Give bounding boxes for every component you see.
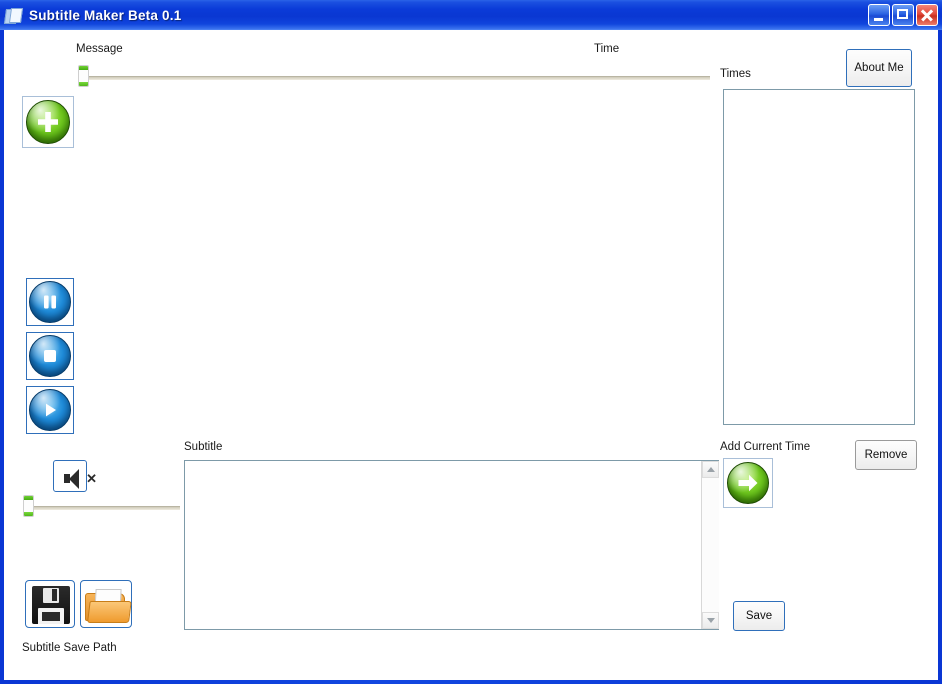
scroll-up-icon[interactable] (702, 461, 719, 478)
browse-folder-button[interactable] (80, 580, 132, 628)
subtitle-scrollbar[interactable] (701, 461, 719, 629)
subtitle-text (185, 461, 701, 629)
pause-icon (29, 281, 71, 323)
application-window: Subtitle Maker Beta 0.1 Message Time ✕ S… (0, 0, 942, 684)
play-button[interactable] (26, 386, 74, 434)
window-title: Subtitle Maker Beta 0.1 (29, 7, 182, 23)
scroll-trough[interactable] (702, 478, 719, 612)
add-current-time-label: Add Current Time (720, 441, 811, 453)
minimize-button[interactable] (868, 4, 890, 26)
play-icon (29, 389, 71, 431)
mute-button[interactable]: ✕ (53, 460, 97, 492)
add-current-time-button[interactable] (723, 458, 773, 508)
seek-slider-track[interactable] (82, 76, 710, 80)
green-arrow-right-icon (727, 462, 769, 504)
maximize-button[interactable] (892, 4, 914, 26)
about-me-button[interactable]: About Me (846, 49, 912, 87)
subtitle-textarea[interactable] (184, 460, 719, 630)
save-file-button[interactable] (25, 580, 75, 628)
volume-slider-thumb[interactable] (23, 495, 34, 517)
remove-button[interactable]: Remove (855, 440, 917, 470)
window-controls (868, 4, 938, 26)
stop-icon (29, 335, 71, 377)
times-listbox[interactable] (723, 89, 915, 425)
seek-slider-thumb[interactable] (78, 65, 89, 87)
client-area: Message Time ✕ Subtitle Save Path Subtit… (4, 30, 938, 680)
time-label: Time (594, 43, 620, 55)
message-label: Message (76, 43, 123, 55)
stop-button[interactable] (26, 332, 74, 380)
save-button[interactable]: Save (733, 601, 785, 631)
subtitle-label: Subtitle (184, 441, 223, 453)
volume-slider-track[interactable] (28, 506, 180, 510)
add-button[interactable] (22, 96, 74, 148)
mute-speaker-icon: ✕ (64, 469, 98, 489)
open-folder-icon (85, 589, 132, 623)
floppy-disk-icon (32, 586, 70, 624)
subtitle-save-path-label: Subtitle Save Path (22, 642, 117, 654)
title-bar[interactable]: Subtitle Maker Beta 0.1 (0, 0, 942, 30)
pause-button[interactable] (26, 278, 74, 326)
add-plus-icon (26, 100, 70, 144)
scroll-down-icon[interactable] (702, 612, 719, 629)
close-button[interactable] (916, 4, 938, 26)
times-label: Times (720, 68, 751, 80)
document-icon (3, 6, 24, 24)
times-list-value (724, 90, 914, 424)
